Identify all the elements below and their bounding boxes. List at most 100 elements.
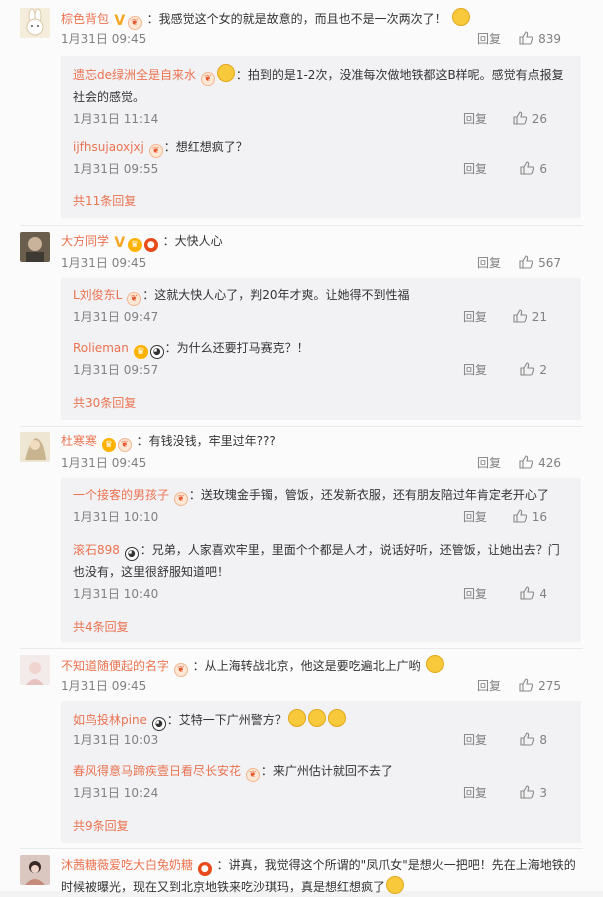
comment-header: 大方同学 V ♛ ● ：大快人心	[61, 232, 583, 252]
username-link[interactable]: 沐茜糖薇爱吃大白兔奶糖	[61, 858, 193, 872]
reply-button[interactable]: 回复	[463, 784, 487, 802]
like-button[interactable]: 8	[520, 731, 547, 749]
reply-button[interactable]: 回复	[477, 454, 501, 472]
reply-text: ：为什么还要打马赛克？！	[164, 341, 309, 355]
reply-meta: 1月31日 11:14 回复 26	[73, 110, 569, 128]
reply-button[interactable]: 回复	[463, 508, 487, 526]
username-link[interactable]: 春风得意马蹄疾壹日看尽长安花	[73, 764, 241, 778]
username-link[interactable]: Rolieman	[73, 341, 129, 355]
avatar[interactable]	[20, 432, 50, 462]
like-button[interactable]: 26	[513, 110, 547, 128]
reply-button[interactable]: 回复	[463, 110, 487, 128]
reply-button[interactable]: 回复	[463, 160, 487, 178]
like-button[interactable]: 6	[520, 160, 547, 178]
reply-button[interactable]: 回复	[463, 731, 487, 749]
replies-box: 遗忘de绿洲全是自来水 ❦ ：拍到的是1-2次，没准每次做地铁都这B样呢。感觉有点…	[61, 56, 581, 218]
vip-icon[interactable]: ❦	[173, 663, 188, 677]
reply-header: ijfhsujaoxjxj ❦ ：想红想疯了？	[73, 138, 569, 158]
like-button[interactable]: 275	[519, 677, 561, 695]
username-link[interactable]: 一个接客的男孩子	[73, 488, 169, 502]
reply-time: 1月31日 11:14	[73, 112, 159, 126]
verified-v-icon[interactable]: V	[114, 14, 126, 28]
username-link[interactable]: 遗忘de绿洲全是自来水	[73, 68, 196, 82]
like-count: 26	[531, 112, 547, 126]
comment-time: 1月31日 09:45	[61, 456, 147, 470]
username-link[interactable]: L刘俊东L	[73, 288, 122, 302]
vip-icon[interactable]: ❦	[173, 492, 188, 506]
crown-icon[interactable]: ♛	[101, 438, 116, 452]
vip-icon[interactable]: ❦	[127, 16, 142, 30]
replies-box: 一个接客的男孩子 ❦ ：送玫瑰金手镯，管饭，还发新衣服，还有朋友陪过年肯定老开心了…	[61, 478, 581, 642]
reply-time: 1月31日 10:03	[73, 733, 159, 747]
username-link[interactable]: ijfhsujaoxjxj	[73, 140, 144, 154]
reply-header: Rolieman ♛ ◕ ：为什么还要打马赛克？！	[73, 339, 569, 359]
reply-header: 如鸟投林pine ◕ ：艾特一下广州警方？	[73, 709, 569, 731]
reply-button[interactable]: 回复	[463, 585, 487, 603]
username-link[interactable]: 滚石898	[73, 543, 120, 557]
reply-button[interactable]: 回复	[477, 677, 501, 695]
reply-meta: 1月31日 10:24 回复 3	[73, 784, 569, 802]
reply-time: 1月31日 09:57	[73, 363, 159, 377]
avatar[interactable]	[20, 232, 50, 262]
like-button[interactable]: 426	[519, 454, 561, 472]
vip-icon[interactable]: ❦	[148, 144, 163, 158]
comment-text: ：有钱没钱，牢里过年???	[136, 434, 276, 448]
like-button[interactable]: 4	[520, 585, 547, 603]
reply-button[interactable]: 回复	[477, 30, 501, 48]
avatar[interactable]	[20, 655, 50, 685]
like-button[interactable]: 567	[519, 254, 561, 272]
reply-time: 1月31日 09:55	[73, 162, 159, 176]
username-link[interactable]: 不知道随便起的名字	[61, 659, 169, 673]
crown-icon[interactable]: ♛	[127, 238, 142, 252]
comment-time: 1月31日 09:45	[61, 679, 147, 693]
reply-time: 1月31日 10:40	[73, 587, 159, 601]
reply-text: ：来广州估计就回不去了	[260, 764, 393, 778]
verified-v-icon[interactable]: V	[114, 236, 126, 250]
comment-header: 不知道随便起的名字 ❦ ：从上海转战北京，他这是要吃遍北上广哟	[61, 655, 583, 677]
reply-button[interactable]: 回复	[463, 308, 487, 326]
more-replies-link[interactable]: 共4条回复	[73, 618, 129, 635]
thumbs-up-icon	[513, 111, 527, 125]
more-replies-link[interactable]: 共9条回复	[73, 817, 129, 834]
like-count: 4	[539, 587, 547, 601]
thumbs-up-icon	[519, 255, 534, 269]
comment-text: ：我感觉这个女的就是故意的，而且也不是一次两次了！	[146, 12, 447, 26]
username-link[interactable]: 如鸟投林pine	[73, 713, 147, 727]
comment-time: 1月31日 09:45	[61, 256, 147, 270]
emoji-icon	[451, 8, 470, 26]
more-replies-link[interactable]: 共30条回复	[73, 394, 136, 411]
like-button[interactable]: 16	[513, 508, 547, 526]
reply-text: ：艾特一下广州警方？	[166, 713, 287, 727]
more-replies-link[interactable]: 共11条回复	[73, 192, 136, 209]
like-count: 2	[539, 363, 547, 377]
panda-icon[interactable]: ◕	[149, 345, 164, 359]
emoji-icon	[307, 709, 326, 727]
like-button[interactable]: 3	[520, 784, 547, 802]
panda-icon[interactable]: ◕	[151, 717, 166, 731]
avatar[interactable]	[20, 855, 50, 885]
medal-icon[interactable]: ●	[197, 862, 212, 876]
vip-icon[interactable]: ❦	[245, 768, 260, 782]
like-button[interactable]: 839	[519, 30, 561, 48]
reply-button[interactable]: 回复	[463, 361, 487, 379]
avatar[interactable]	[20, 8, 50, 38]
crown-icon[interactable]: ♛	[133, 345, 148, 359]
username-link[interactable]: 大方同学	[61, 234, 109, 248]
like-count: 3	[539, 786, 547, 800]
like-button[interactable]: 2	[520, 361, 547, 379]
vip-icon[interactable]: ❦	[127, 292, 142, 306]
reply-button[interactable]: 回复	[477, 254, 501, 272]
vip-icon[interactable]: ❦	[200, 72, 215, 86]
vip-icon[interactable]: ❦	[117, 438, 132, 452]
thumbs-up-icon	[520, 732, 535, 746]
comment-header: 棕色背包 V ❦ ：我感觉这个女的就是故意的，而且也不是一次两次了！	[61, 8, 583, 30]
username-link[interactable]: 杜寒寒	[61, 434, 97, 448]
like-count: 6	[539, 162, 547, 176]
like-count: 839	[538, 32, 561, 46]
reply-meta: 1月31日 09:55 回复 6	[73, 160, 569, 178]
like-button[interactable]: 21	[513, 308, 547, 326]
username-link[interactable]: 棕色背包	[61, 12, 109, 26]
panda-icon[interactable]: ◕	[124, 547, 139, 561]
reply-time: 1月31日 09:47	[73, 310, 159, 324]
medal-icon[interactable]: ●	[143, 238, 158, 252]
